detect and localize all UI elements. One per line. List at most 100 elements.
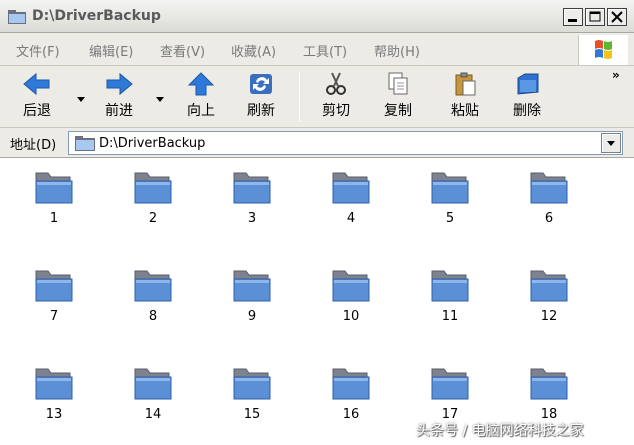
- toolbar-separator: [299, 72, 300, 122]
- menu-view[interactable]: 查看(V): [160, 41, 205, 60]
- up-arrow-icon: [187, 72, 215, 96]
- back-dropdown-icon[interactable]: [77, 92, 85, 102]
- folder-item[interactable]: 10: [321, 267, 381, 347]
- folder-item[interactable]: 13: [24, 365, 84, 445]
- back-label: 后退: [23, 103, 51, 119]
- folder-icon: [431, 270, 469, 302]
- folder-name: 3: [247, 211, 257, 226]
- folder-icon: [233, 172, 271, 204]
- refresh-label: 刷新: [247, 103, 275, 119]
- refresh-button[interactable]: 刷新: [238, 70, 284, 124]
- menu-favorites[interactable]: 收藏(A): [231, 41, 276, 60]
- windows-logo-icon: [578, 35, 628, 65]
- folder-icon: [75, 136, 95, 154]
- maximize-button[interactable]: [585, 8, 605, 26]
- window-title: D:\DriverBackup: [32, 8, 161, 24]
- folder-item[interactable]: 8: [123, 267, 183, 347]
- folder-item[interactable]: 15: [222, 365, 282, 445]
- minimize-button[interactable]: [563, 8, 583, 26]
- folder-icon: [35, 172, 73, 204]
- delete-label: 删除: [513, 103, 541, 119]
- title-bar[interactable]: D:\DriverBackup: [0, 0, 634, 33]
- folder-item[interactable]: 12: [519, 267, 579, 347]
- folder-name: 7: [49, 309, 59, 324]
- folder-icon: [530, 172, 568, 204]
- toolbar: 后退 前进 向上 刷新 剪切 复制 粘贴 删除 »: [0, 66, 634, 128]
- address-path: D:\DriverBackup: [99, 136, 206, 151]
- folder-item[interactable]: 14: [123, 365, 183, 445]
- menu-bar: 文件(F) 编辑(E) 查看(V) 收藏(A) 工具(T) 帮助(H): [0, 33, 634, 66]
- folder-name: 4: [346, 211, 356, 226]
- close-button[interactable]: [607, 8, 627, 26]
- folder-icon: [233, 270, 271, 302]
- folder-item[interactable]: 3: [222, 169, 282, 249]
- folder-item[interactable]: 6: [519, 169, 579, 249]
- folder-icon: [35, 270, 73, 302]
- watermark: 头条号 / 电脑网络科技之家: [416, 423, 584, 439]
- folder-icon: [35, 368, 73, 400]
- folder-icon: [332, 270, 370, 302]
- address-dropdown-button[interactable]: [601, 133, 621, 153]
- menu-help[interactable]: 帮助(H): [374, 41, 420, 60]
- menu-edit[interactable]: 编辑(E): [89, 41, 133, 60]
- forward-label: 前进: [105, 103, 133, 119]
- folder-view: 1 2 3 4 5 6 7 8 9 10 11 12 13 14 15 16 17 18: [0, 159, 634, 445]
- up-label: 向上: [187, 103, 215, 119]
- paste-label: 粘贴: [451, 103, 479, 119]
- paste-button[interactable]: 粘贴: [442, 70, 488, 124]
- folder-name: 11: [441, 309, 459, 324]
- folder-name: 9: [247, 309, 257, 324]
- folder-item[interactable]: 7: [24, 267, 84, 347]
- folder-icon: [332, 172, 370, 204]
- folder-name: 8: [148, 309, 158, 324]
- paste-icon: [455, 72, 476, 96]
- folder-item[interactable]: 9: [222, 267, 282, 347]
- folder-name: 15: [243, 407, 261, 422]
- folder-icon: [134, 368, 172, 400]
- folder-icon: [431, 172, 469, 204]
- cut-button[interactable]: 剪切: [313, 70, 359, 124]
- back-button[interactable]: 后退: [14, 70, 60, 124]
- copy-label: 复制: [384, 103, 412, 119]
- folder-icon: [8, 10, 26, 24]
- folder-name: 13: [45, 407, 63, 422]
- folder-icon: [530, 270, 568, 302]
- address-input[interactable]: D:\DriverBackup: [68, 131, 623, 155]
- folder-name: 6: [544, 211, 554, 226]
- toolbar-overflow-button[interactable]: »: [612, 68, 620, 82]
- up-button[interactable]: 向上: [178, 70, 224, 124]
- folder-item[interactable]: 4: [321, 169, 381, 249]
- copy-icon: [388, 72, 408, 95]
- folder-icon: [233, 368, 271, 400]
- back-arrow-icon: [23, 72, 50, 96]
- menu-tools[interactable]: 工具(T): [303, 41, 347, 60]
- folder-name: 5: [445, 211, 455, 226]
- folder-name: 2: [148, 211, 158, 226]
- folder-icon: [431, 368, 469, 400]
- forward-arrow-icon: [106, 72, 133, 96]
- scissors-icon: [326, 72, 346, 95]
- delete-icon: [517, 73, 539, 95]
- folder-icon: [332, 368, 370, 400]
- folder-icon: [134, 270, 172, 302]
- forward-dropdown-icon[interactable]: [156, 92, 164, 102]
- folder-icon: [530, 368, 568, 400]
- folder-name: 12: [540, 309, 558, 324]
- address-label: 地址(D): [10, 138, 57, 153]
- folder-item[interactable]: 5: [420, 169, 480, 249]
- copy-button[interactable]: 复制: [375, 70, 421, 124]
- folder-name: 16: [342, 407, 360, 422]
- delete-button[interactable]: 删除: [504, 70, 550, 124]
- folder-name: 14: [144, 407, 162, 422]
- folder-name: 1: [49, 211, 59, 226]
- folder-item[interactable]: 1: [24, 169, 84, 249]
- cut-label: 剪切: [322, 103, 350, 119]
- menu-file[interactable]: 文件(F): [16, 41, 60, 60]
- folder-item[interactable]: 11: [420, 267, 480, 347]
- forward-button[interactable]: 前进: [96, 70, 142, 124]
- address-bar: 地址(D) D:\DriverBackup: [0, 128, 634, 158]
- folder-name: 10: [342, 309, 360, 324]
- folder-item[interactable]: 2: [123, 169, 183, 249]
- folder-icon: [134, 172, 172, 204]
- folder-item[interactable]: 16: [321, 365, 381, 445]
